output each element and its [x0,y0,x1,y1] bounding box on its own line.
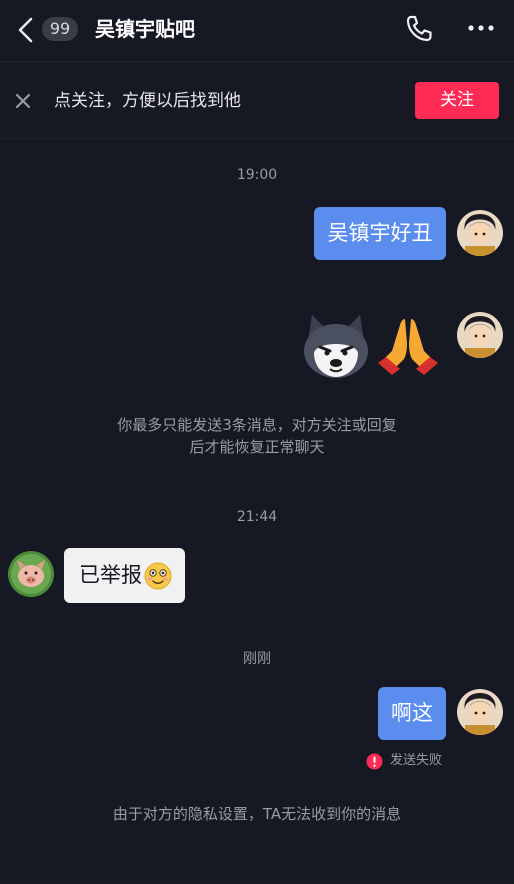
pig-avatar-icon [8,551,54,597]
praying-hands-icon[interactable] [374,313,442,377]
user-avatar-icon [457,689,503,735]
error-icon[interactable] [366,753,383,770]
follow-button[interactable]: 关注 [415,82,499,119]
timestamp: 刚刚 [243,651,271,667]
chat-title: 吴镇宇贴吧 [95,17,195,41]
privacy-notice: 由于对方的隐私设置，TA无法收到你的消息 [112,805,402,823]
follow-prompt-bar: 点关注，方便以后找到他 关注 [0,63,514,139]
close-icon[interactable] [14,92,32,110]
husky-sticker-icon[interactable] [300,311,372,381]
chat-header: 99 吴镇宇贴吧 [0,0,514,62]
send-failed-text: 发送失败 [390,753,443,768]
phone-icon[interactable] [404,14,434,44]
timestamp: 21:44 [236,509,278,525]
user-avatar-icon [457,312,503,358]
my-avatar[interactable] [457,210,503,256]
message-bubble-incoming[interactable]: 已举报 [64,548,185,603]
my-avatar[interactable] [457,312,503,358]
my-avatar[interactable] [457,689,503,735]
unread-count-badge: 99 [42,17,78,41]
message-bubble-outgoing[interactable]: 吴镇宇好丑 [314,207,446,260]
user-avatar-icon [457,210,503,256]
back-arrow-icon[interactable] [14,16,38,44]
system-notice: 你最多只能发送3条消息，对方关注或回复 后才能恢复正常聊天 [60,414,454,458]
timestamp: 19:00 [236,167,278,183]
system-notice-line: 后才能恢复正常聊天 [189,438,325,456]
more-options-icon[interactable] [466,20,496,36]
message-text: 已举报 [79,563,142,587]
message-bubble-outgoing[interactable]: 啊这 [378,687,446,740]
follow-prompt-text: 点关注，方便以后找到他 [54,91,241,111]
system-notice-line: 你最多只能发送3条消息，对方关注或回复 [117,416,397,434]
contact-avatar[interactable] [8,551,54,597]
smile-emoji-icon [144,562,172,590]
